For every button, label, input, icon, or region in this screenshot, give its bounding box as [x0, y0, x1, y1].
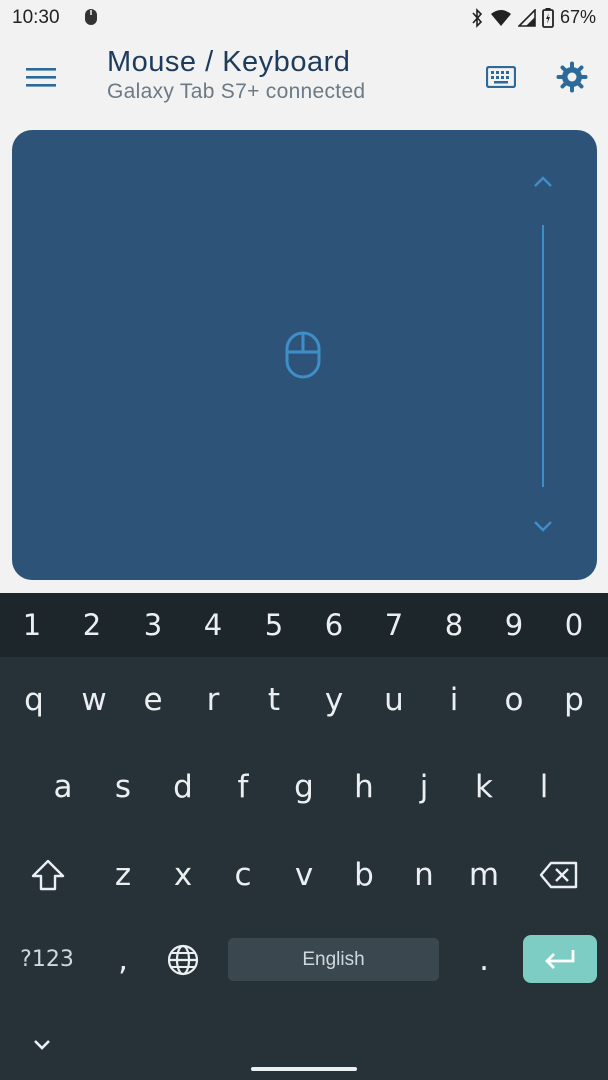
- key-f[interactable]: f: [215, 759, 271, 815]
- key-e[interactable]: e: [125, 672, 181, 728]
- symbols-key[interactable]: ?123: [12, 932, 82, 988]
- key-7[interactable]: 7: [366, 597, 422, 653]
- key-0[interactable]: 0: [546, 597, 602, 653]
- key-9[interactable]: 9: [486, 597, 542, 653]
- key-a[interactable]: a: [35, 759, 91, 815]
- mouse-icon: [285, 331, 321, 379]
- globe-icon: [167, 944, 199, 976]
- key-h[interactable]: h: [336, 759, 392, 815]
- key-period[interactable]: .: [456, 932, 512, 988]
- key-g[interactable]: g: [276, 759, 332, 815]
- key-q[interactable]: q: [6, 672, 62, 728]
- gear-icon: [556, 61, 588, 93]
- app-bar: Mouse / Keyboard Galaxy Tab S7+ connecte…: [0, 36, 608, 124]
- key-p[interactable]: p: [546, 672, 602, 728]
- enter-key[interactable]: [523, 935, 597, 983]
- key-m[interactable]: m: [456, 847, 512, 903]
- key-y[interactable]: y: [306, 672, 362, 728]
- key-w[interactable]: w: [66, 672, 122, 728]
- key-comma[interactable]: ,: [95, 932, 151, 988]
- cell-signal-icon: [517, 8, 536, 27]
- settings-button[interactable]: [553, 58, 591, 96]
- space-bar[interactable]: English: [228, 938, 439, 981]
- key-u[interactable]: u: [366, 672, 422, 728]
- mouse-notification-icon: [84, 8, 98, 31]
- battery-percent: 67%: [559, 7, 596, 27]
- keyboard-icon: [486, 66, 516, 88]
- key-8[interactable]: 8: [426, 597, 482, 653]
- scroll-strip[interactable]: [542, 225, 544, 487]
- keyboard-toggle-button[interactable]: [482, 58, 520, 96]
- status-bar: 10:30 67%: [0, 0, 608, 36]
- key-r[interactable]: r: [185, 672, 241, 728]
- status-right: 67%: [470, 7, 596, 28]
- key-i[interactable]: i: [426, 672, 482, 728]
- key-b[interactable]: b: [336, 847, 392, 903]
- key-o[interactable]: o: [486, 672, 542, 728]
- status-time: 10:30: [12, 7, 60, 28]
- chevron-down-icon: [34, 1040, 50, 1050]
- connection-status: Galaxy Tab S7+ connected: [107, 80, 366, 103]
- key-1[interactable]: 1: [4, 597, 60, 653]
- shift-arrow-icon: [31, 859, 65, 891]
- key-c[interactable]: c: [215, 847, 271, 903]
- page-title: Mouse / Keyboard: [107, 46, 351, 78]
- backspace-key[interactable]: [531, 847, 587, 903]
- key-t[interactable]: t: [246, 672, 302, 728]
- backspace-icon: [539, 861, 578, 889]
- language-key[interactable]: [155, 932, 211, 988]
- key-v[interactable]: v: [276, 847, 332, 903]
- bluetooth-icon: [470, 7, 484, 28]
- app-bar-titles: Mouse / Keyboard Galaxy Tab S7+ connecte…: [107, 44, 365, 106]
- key-l[interactable]: l: [516, 759, 572, 815]
- key-z[interactable]: z: [95, 847, 151, 903]
- key-j[interactable]: j: [396, 759, 452, 815]
- key-s[interactable]: s: [95, 759, 151, 815]
- key-6[interactable]: 6: [306, 597, 362, 653]
- gesture-nav-bar[interactable]: [251, 1067, 357, 1071]
- menu-button[interactable]: [22, 58, 60, 96]
- battery-icon: [542, 7, 554, 28]
- key-5[interactable]: 5: [246, 597, 302, 653]
- key-4[interactable]: 4: [185, 597, 241, 653]
- hamburger-icon: [26, 68, 56, 87]
- scroll-up-chevron-icon[interactable]: [531, 172, 555, 192]
- soft-keyboard: 1 2 3 4 5 6 7 8 9 0 q w e r t y u i o p …: [0, 593, 608, 1080]
- shift-key[interactable]: [20, 847, 76, 903]
- scroll-down-chevron-icon[interactable]: [531, 516, 555, 536]
- key-n[interactable]: n: [396, 847, 452, 903]
- wifi-icon: [490, 9, 512, 27]
- touchpad-area[interactable]: [12, 130, 597, 580]
- key-k[interactable]: k: [456, 759, 512, 815]
- key-d[interactable]: d: [155, 759, 211, 815]
- hide-keyboard-button[interactable]: [28, 1033, 56, 1057]
- enter-arrow-icon: [545, 950, 575, 969]
- key-2[interactable]: 2: [64, 597, 120, 653]
- key-x[interactable]: x: [155, 847, 211, 903]
- key-3[interactable]: 3: [125, 597, 181, 653]
